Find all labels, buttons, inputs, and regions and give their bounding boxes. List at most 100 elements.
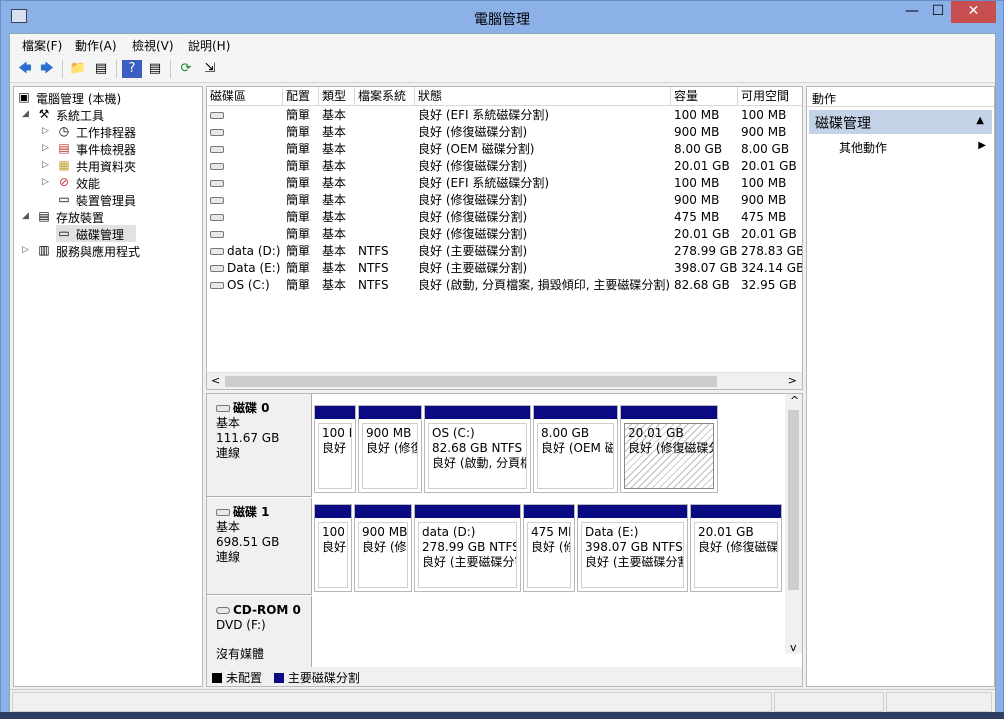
menu-action[interactable]: 動作(A) xyxy=(75,37,117,54)
vertical-scrollbar[interactable]: ^ v xyxy=(785,394,802,654)
disk-0-partition[interactable]: 900 MB 良好 (修復 xyxy=(358,405,422,493)
column-header-status[interactable]: 狀態 xyxy=(415,87,671,106)
table-cell[interactable]: 基本 xyxy=(322,192,346,209)
tree-item-services-apps[interactable]: ▷ ▥ 服務與應用程式 xyxy=(22,242,202,259)
maximize-button[interactable]: ☐ xyxy=(925,1,951,23)
table-cell[interactable]: 簡單 xyxy=(286,158,310,175)
table-cell[interactable]: 32.95 GB xyxy=(741,277,797,294)
menu-file[interactable]: 檔案(F) xyxy=(22,37,62,54)
table-cell[interactable]: 100 MB xyxy=(674,107,719,124)
table-cell[interactable] xyxy=(210,141,227,158)
collapsed-arrow-icon[interactable]: ▷ xyxy=(42,140,52,157)
scroll-up-icon[interactable]: ^ xyxy=(790,394,799,407)
table-cell[interactable]: 900 MB xyxy=(674,192,719,209)
vertical-scroll-thumb[interactable] xyxy=(788,410,799,590)
horizontal-scrollbar[interactable]: < > xyxy=(207,372,802,389)
disk-1-partition[interactable]: 100 良好 xyxy=(314,504,352,592)
scroll-down-icon[interactable]: v xyxy=(790,641,797,654)
collapsed-arrow-icon[interactable]: ▷ xyxy=(22,242,32,259)
disk-0-label[interactable]: 磁碟 0 基本 111.67 GB 連線 xyxy=(207,394,312,497)
scroll-right-icon[interactable]: > xyxy=(788,374,797,387)
disk-1-partition-data-e[interactable]: Data (E:) 398.07 GB NTFS 良好 (主要磁碟分割 xyxy=(577,504,688,592)
column-header-free-space[interactable]: 可用空間 xyxy=(738,87,802,106)
table-cell[interactable]: 基本 xyxy=(322,243,346,260)
tree-item-event-viewer[interactable]: ▷ ▤ 事件檢視器 xyxy=(42,140,202,157)
forward-arrow-icon[interactable]: 🡆 xyxy=(37,60,57,78)
table-cell[interactable]: data (D:) xyxy=(210,243,281,260)
tree-item-root[interactable]: ▣ 電腦管理 (本機) xyxy=(16,89,201,106)
table-cell[interactable]: 良好 (修復磁碟分割) xyxy=(418,226,527,243)
disk-1-partition-data-d[interactable]: data (D:) 278.99 GB NTFS 良好 (主要磁碟分割 xyxy=(414,504,521,592)
table-cell[interactable]: 良好 (主要磁碟分割) xyxy=(418,260,527,277)
disk-0-partition-selected[interactable]: 20.01 GB 良好 (修復磁碟分 xyxy=(620,405,718,493)
help-icon[interactable]: ? xyxy=(122,60,142,78)
column-header-layout[interactable]: 配置 xyxy=(283,87,319,106)
show-hide-tree-icon[interactable]: ▤ xyxy=(91,60,111,78)
column-header-volume[interactable]: 磁碟區 xyxy=(207,87,283,106)
table-cell[interactable]: Data (E:) xyxy=(210,260,280,277)
table-cell[interactable]: 278.83 GB xyxy=(741,243,802,260)
table-cell[interactable]: 324.14 GB xyxy=(741,260,802,277)
table-cell[interactable]: 良好 (修復磁碟分割) xyxy=(418,192,527,209)
close-button[interactable]: ✕ xyxy=(951,1,996,23)
table-cell[interactable]: 基本 xyxy=(322,209,346,226)
table-cell[interactable]: OS (C:) xyxy=(210,277,270,294)
table-cell[interactable]: 基本 xyxy=(322,226,346,243)
disk-1-partition[interactable]: 20.01 GB 良好 (修復磁碟 xyxy=(690,504,782,592)
table-cell[interactable]: 基本 xyxy=(322,124,346,141)
menu-view[interactable]: 檢視(V) xyxy=(132,37,174,54)
tree-item-disk-management[interactable]: ▭ 磁碟管理 xyxy=(56,225,136,242)
table-cell[interactable]: 100 MB xyxy=(741,175,786,192)
tree-item-device-manager[interactable]: ▭ 裝置管理員 xyxy=(56,191,202,208)
table-cell[interactable]: 基本 xyxy=(322,141,346,158)
table-cell[interactable]: 簡單 xyxy=(286,192,310,209)
table-cell[interactable]: 良好 (EFI 系統磁碟分割) xyxy=(418,107,549,124)
table-cell[interactable] xyxy=(210,192,227,209)
table-cell[interactable]: 8.00 GB xyxy=(741,141,789,158)
table-cell[interactable]: 100 MB xyxy=(741,107,786,124)
table-cell[interactable]: 基本 xyxy=(322,260,346,277)
table-cell[interactable]: 900 MB xyxy=(674,124,719,141)
table-cell[interactable] xyxy=(210,175,227,192)
table-cell[interactable]: 簡單 xyxy=(286,243,310,260)
tree-item-system-tools[interactable]: ◢ ⚒ 系統工具 xyxy=(22,106,202,123)
table-cell[interactable]: NTFS xyxy=(358,243,389,260)
table-cell[interactable]: 簡單 xyxy=(286,226,310,243)
table-cell[interactable]: 良好 (啟動, 分頁檔案, 損毀傾印, 主要磁碟分割) xyxy=(418,277,670,294)
disk-1-partition[interactable]: 900 MB 良好 (修 xyxy=(354,504,412,592)
table-cell[interactable]: 基本 xyxy=(322,107,346,124)
column-header-file-system[interactable]: 檔案系統 xyxy=(355,87,415,106)
disk-0-partition[interactable]: 8.00 GB 良好 (OEM 磁 xyxy=(533,405,618,493)
table-cell[interactable]: 良好 (OEM 磁碟分割) xyxy=(418,141,534,158)
tree-item-storage[interactable]: ◢ ▤ 存放裝置 xyxy=(22,208,202,225)
disk-1-label[interactable]: 磁碟 1 基本 698.51 GB 連線 xyxy=(207,498,312,595)
expanded-arrow-icon[interactable]: ◢ xyxy=(22,106,32,123)
table-cell[interactable]: 簡單 xyxy=(286,124,310,141)
table-cell[interactable]: 900 MB xyxy=(741,192,786,209)
export-list-icon[interactable]: ⇲ xyxy=(200,60,220,78)
table-cell[interactable] xyxy=(210,107,227,124)
scroll-left-icon[interactable]: < xyxy=(211,374,220,387)
collapse-arrow-icon[interactable]: ▲ xyxy=(976,115,984,126)
table-cell[interactable] xyxy=(210,158,227,175)
table-cell[interactable]: NTFS xyxy=(358,260,389,277)
table-cell[interactable]: 簡單 xyxy=(286,107,310,124)
table-cell[interactable]: 398.07 GB xyxy=(674,260,737,277)
table-cell[interactable]: 良好 (主要磁碟分割) xyxy=(418,243,527,260)
table-cell[interactable]: 良好 (修復磁碟分割) xyxy=(418,209,527,226)
tree-item-task-scheduler[interactable]: ▷ ◷ 工作排程器 xyxy=(42,123,202,140)
disk-1-partition[interactable]: 475 MB良好 (修 xyxy=(523,504,575,592)
column-header-type[interactable]: 類型 xyxy=(319,87,355,106)
cdrom-0-label[interactable]: CD-ROM 0 DVD (F:) 沒有媒體 xyxy=(207,596,312,668)
more-actions-item[interactable]: 其他動作 ▶ xyxy=(809,137,992,157)
table-cell[interactable]: 良好 (修復磁碟分割) xyxy=(418,124,527,141)
table-cell[interactable]: 基本 xyxy=(322,158,346,175)
disk-0-partition-os-c[interactable]: OS (C:) 82.68 GB NTFS 良好 (啟動, 分頁檔 xyxy=(424,405,531,493)
table-cell[interactable]: 20.01 GB xyxy=(741,226,797,243)
table-cell[interactable]: 900 MB xyxy=(741,124,786,141)
tree-item-performance[interactable]: ▷ ⊘ 效能 xyxy=(42,174,202,191)
collapsed-arrow-icon[interactable]: ▷ xyxy=(42,123,52,140)
table-cell[interactable]: NTFS xyxy=(358,277,389,294)
actions-section-disk-management[interactable]: 磁碟管理 ▲ xyxy=(809,110,992,134)
up-folder-icon[interactable]: 📁 xyxy=(68,60,88,78)
